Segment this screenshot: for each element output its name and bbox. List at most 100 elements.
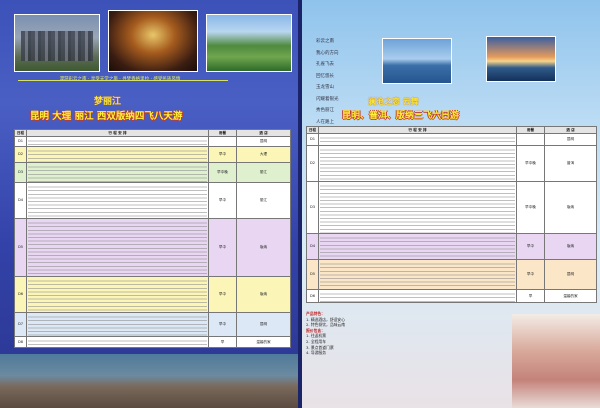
poem-line: 孔雀飞去 — [316, 62, 334, 67]
day-cell: D1 — [306, 133, 319, 146]
header-hotel: 酒 店 — [544, 126, 597, 134]
day-cell: D2 — [306, 145, 319, 182]
day-cell: D7 — [14, 312, 27, 337]
header-meal: 用餐 — [516, 126, 545, 134]
poem-line: 闪耀着银光 — [316, 96, 339, 102]
hotel-cell: 大理 — [236, 146, 291, 163]
header-meal: 用餐 — [208, 129, 237, 137]
poem-block: 彩云之南 我心的方向 孔雀飞去 回忆悠长 玉龙雪山 闪耀着银光 秀色丽江 人在路… — [316, 36, 362, 128]
meal-cell: 早中 — [208, 182, 237, 219]
stone-forest-photo — [14, 14, 100, 72]
header-day: 日程 — [14, 129, 27, 137]
itinerary-cell — [318, 133, 517, 146]
table-row: D6 早中 版纳 — [14, 276, 291, 313]
hotel-cell: 昆明 — [544, 133, 597, 146]
itinerary-cell — [26, 182, 209, 219]
itinerary-cell — [318, 145, 517, 182]
meal-cell: 早中晚 — [516, 145, 545, 182]
poem-line: 回忆悠长 — [316, 73, 334, 79]
table-row: D7 早中 昆明 — [14, 312, 291, 337]
meal-cell: 早 — [516, 289, 545, 303]
hotel-cell: 版纳 — [544, 181, 597, 234]
day-cell: D3 — [306, 181, 319, 234]
hotel-cell: 丽江 — [236, 162, 291, 183]
karst-landscape-photo — [206, 14, 292, 72]
itinerary-cell — [26, 146, 209, 163]
day-cell: D8 — [14, 336, 27, 348]
hotel-cell: 版纳 — [236, 276, 291, 313]
table-row: D3 早中晚 丽江 — [14, 162, 291, 183]
header-itinerary: 行 程 安 排 — [26, 129, 209, 137]
slogan-underline — [18, 80, 228, 81]
poem-line: 彩云之南 — [316, 39, 334, 44]
hotel-cell: 昆明 — [236, 136, 291, 147]
itinerary-cell — [318, 259, 517, 290]
table-row: D5 早中 版纳 — [14, 218, 291, 277]
header-hotel: 酒 店 — [236, 129, 291, 137]
meal-cell: 早中 — [516, 233, 545, 260]
itinerary-cell — [26, 336, 209, 348]
poem-line: 秀色丽江 — [316, 108, 334, 113]
day-cell: D6 — [14, 276, 27, 313]
poem-line: 我心的方向 — [316, 50, 339, 56]
meal-cell: 早中 — [516, 259, 545, 290]
lake-photo — [382, 38, 452, 84]
table-row: D2 早中晚 普洱 — [306, 145, 597, 182]
hotel-cell: 版纳 — [236, 218, 291, 277]
table-row: D1 昆明 — [14, 136, 291, 147]
table-row: D4 早中 版纳 — [306, 233, 597, 260]
meal-cell: 早中晚 — [208, 162, 237, 183]
day-cell: D3 — [14, 162, 27, 183]
itinerary-cell — [318, 181, 517, 234]
poem-line: 人在路上 — [316, 119, 334, 125]
itinerary-cell — [318, 289, 517, 303]
hotel-cell: 温馨的家 — [544, 289, 597, 303]
right-itinerary-table: 日程 行 程 安 排 用餐 酒 店 D1 昆明 D2 早中晚 普洱 D3 早中晚… — [306, 126, 597, 303]
left-subtitle: 梦丽江 — [94, 97, 122, 107]
day-cell: D5 — [306, 259, 319, 290]
table-header-row: 日程 行 程 安 排 用餐 酒 店 — [14, 129, 291, 137]
hotel-cell: 版纳 — [544, 233, 597, 260]
itinerary-cell — [26, 162, 209, 183]
left-title: 昆明 大理 丽江 西双版纳四飞八天游 — [30, 111, 183, 122]
day-cell: D6 — [306, 289, 319, 303]
day-cell: D5 — [14, 218, 27, 277]
meal-cell: 早中 — [208, 276, 237, 313]
left-itinerary-table: 日程 行 程 安 排 用餐 酒 店 D1 昆明 D2 早中 大理 D3 早中晚 … — [14, 129, 291, 348]
left-brochure-page: 漫游彩云之南 · 享受天堂之旅 · 寻梦香格里拉 · 感受民族风情 梦丽江 昆明… — [0, 0, 298, 408]
meal-cell — [208, 136, 237, 147]
product-notes: 产品特色： 1. 精选酒店，舒适安心 2. 特色餐饮，品味云南 报价包含： 1.… — [306, 311, 506, 356]
right-subtitle: 澜沧之恋 云舞 — [368, 97, 419, 106]
table-row: D8 早 温馨的家 — [14, 336, 291, 348]
day-cell: D4 — [14, 182, 27, 219]
sunset-photo — [486, 36, 556, 82]
day-cell: D2 — [14, 146, 27, 163]
table-row: D4 早中 丽江 — [14, 182, 291, 219]
poem-line: 玉龙雪山 — [316, 85, 334, 90]
old-town-photo — [0, 354, 298, 408]
table-row: D5 早中 昆明 — [306, 259, 597, 290]
hotel-cell: 昆明 — [544, 259, 597, 290]
table-row: D3 早中晚 版纳 — [306, 181, 597, 234]
meal-cell: 早中晚 — [516, 181, 545, 234]
eaves-photo — [512, 314, 600, 408]
itinerary-cell — [26, 312, 209, 337]
hotel-cell: 普洱 — [544, 145, 597, 182]
notes-line: 4. 导游服务 — [306, 350, 327, 356]
cave-photo — [108, 10, 198, 72]
meal-cell: 早中 — [208, 146, 237, 163]
meal-cell: 早中 — [208, 312, 237, 337]
itinerary-cell — [26, 276, 209, 313]
itinerary-cell — [26, 218, 209, 277]
table-row: D6 早 温馨的家 — [306, 289, 597, 303]
meal-cell: 早中 — [208, 218, 237, 277]
hotel-cell: 昆明 — [236, 312, 291, 337]
day-cell: D4 — [306, 233, 319, 260]
table-row: D1 昆明 — [306, 133, 597, 146]
meal-cell: 早 — [208, 336, 237, 348]
meal-cell — [516, 133, 545, 146]
hotel-cell: 温馨的家 — [236, 336, 291, 348]
itinerary-cell — [318, 233, 517, 260]
day-cell: D1 — [14, 136, 27, 147]
itinerary-cell — [26, 136, 209, 147]
